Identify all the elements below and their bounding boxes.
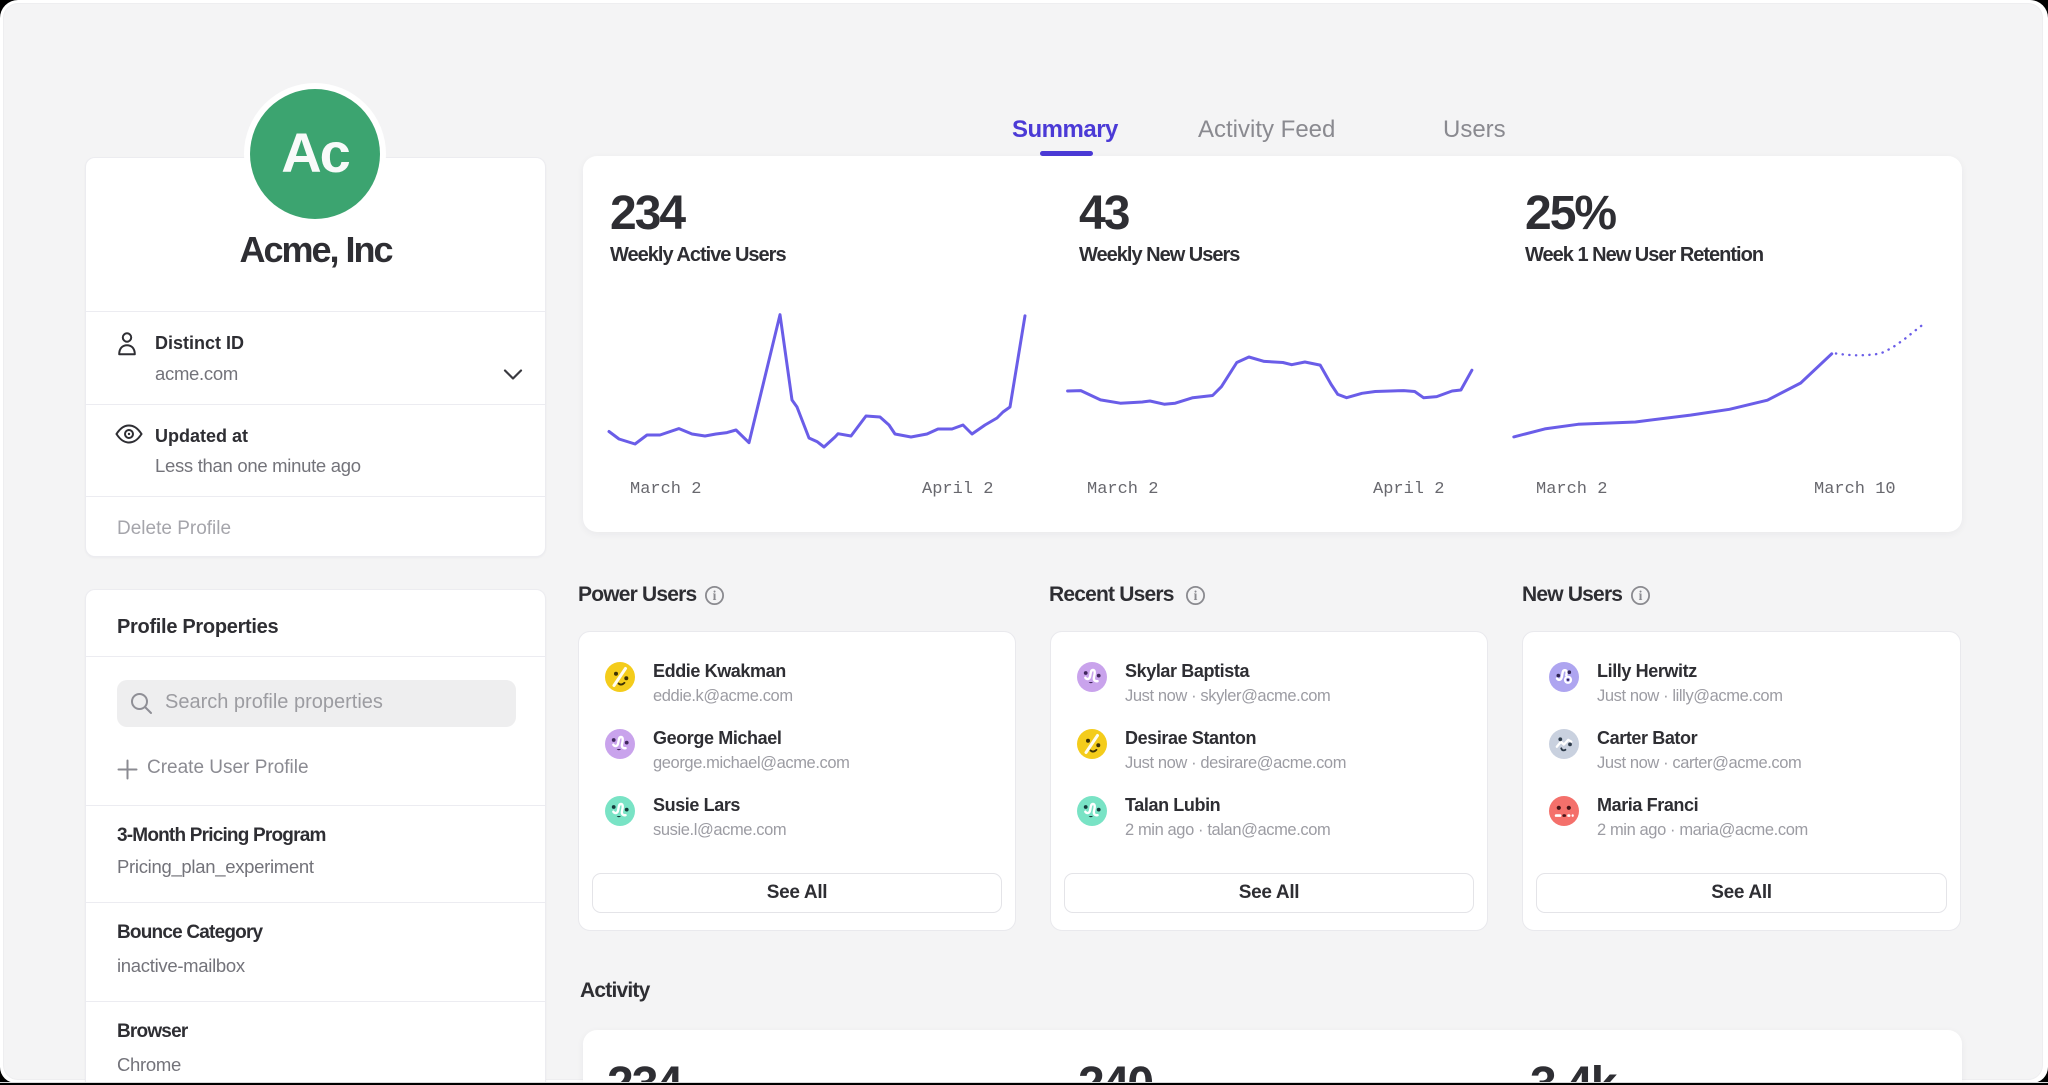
- svg-text:i: i: [1194, 588, 1198, 603]
- svg-text:i: i: [1639, 588, 1643, 603]
- svg-text:i: i: [713, 588, 717, 603]
